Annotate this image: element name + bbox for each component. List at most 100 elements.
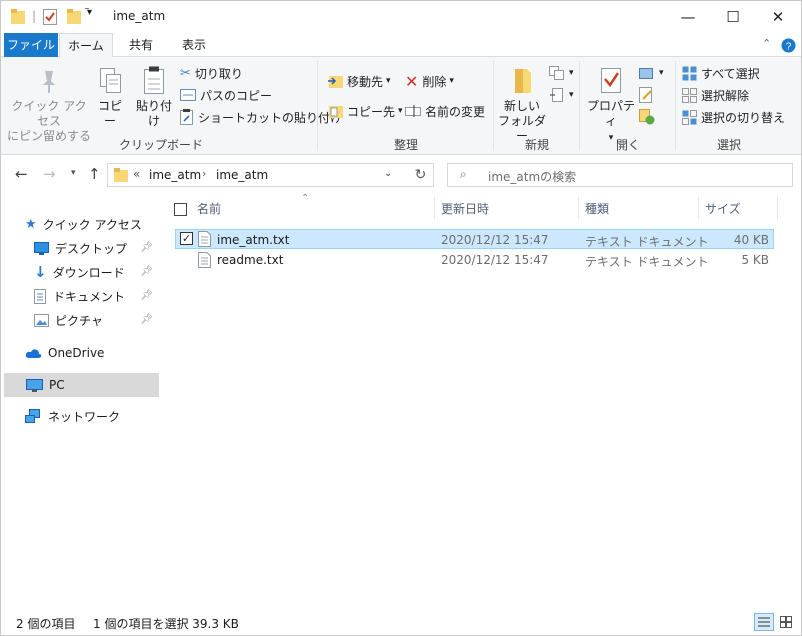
paste-shortcut-icon bbox=[180, 109, 193, 125]
invert-selection-button[interactable]: 選択の切り替え bbox=[682, 107, 785, 127]
column-header-size[interactable]: サイズ bbox=[705, 200, 741, 217]
title-bar[interactable]: | ▾ ‾ ime_atm — ☐ ✕ bbox=[1, 1, 801, 33]
tab-home[interactable]: ホーム bbox=[59, 33, 113, 58]
refresh-button[interactable]: ↻ bbox=[408, 163, 434, 187]
paste-button[interactable]: 貼り付け bbox=[131, 65, 177, 129]
properties-button[interactable]: プロパティ ▾ bbox=[585, 65, 637, 146]
cloud-icon bbox=[25, 348, 42, 358]
nav-item-pictures[interactable]: ピクチャ 📌︎ bbox=[34, 309, 159, 331]
copy-to-button[interactable]: コピー先 ▾ bbox=[327, 101, 403, 121]
search-placeholder: ime_atmの検索 bbox=[488, 170, 577, 184]
new-item-button[interactable]: ▾ bbox=[549, 63, 574, 83]
copy-path-button[interactable]: パスのコピー bbox=[180, 85, 272, 105]
breadcrumb-item[interactable]: ime_atm bbox=[216, 168, 268, 182]
file-size: 40 KB bbox=[733, 233, 769, 247]
table-row[interactable]: readme.txt 2020/12/12 15:47 テキスト ドキュメント … bbox=[175, 250, 774, 270]
nav-label: ダウンロード bbox=[52, 265, 125, 280]
clipboard-group-label: クリップボード bbox=[118, 138, 203, 152]
nav-item-onedrive[interactable]: OneDrive bbox=[25, 342, 155, 364]
close-button[interactable]: ✕ bbox=[755, 1, 801, 33]
column-header-modified[interactable]: 更新日時 bbox=[441, 200, 489, 217]
maximize-button[interactable]: ☐ bbox=[710, 1, 756, 33]
pin-label-2: にピン留めする bbox=[7, 129, 92, 143]
move-to-label: 移動先 bbox=[347, 74, 384, 89]
new-folder-icon bbox=[515, 69, 531, 93]
select-none-label: 選択解除 bbox=[701, 88, 750, 103]
search-box[interactable]: ⌕ ime_atmの検索 bbox=[447, 163, 793, 187]
pin-icon[interactable]: 📌︎ bbox=[140, 242, 153, 253]
move-to-button[interactable]: 移動先 ▾ bbox=[327, 71, 391, 91]
easy-access-icon bbox=[550, 88, 563, 102]
nav-item-quick-access[interactable]: ★ クイック アクセス bbox=[25, 213, 155, 235]
pin-icon[interactable]: 📌︎ bbox=[140, 290, 153, 301]
download-icon: ↓ bbox=[34, 263, 47, 281]
new-item-icon bbox=[549, 66, 564, 80]
pin-icon[interactable]: 📌︎ bbox=[140, 314, 153, 325]
minimize-button[interactable]: — bbox=[665, 1, 711, 33]
breadcrumb-item[interactable]: ime_atm bbox=[149, 168, 201, 182]
new-folder-qat-icon[interactable] bbox=[67, 9, 81, 25]
nav-item-desktop[interactable]: デスクトップ 📌︎ bbox=[34, 237, 159, 259]
forward-icon[interactable]: → bbox=[43, 165, 56, 183]
edit-button[interactable] bbox=[639, 85, 659, 105]
breadcrumb-overflow-icon[interactable]: « bbox=[133, 167, 140, 181]
nav-item-network[interactable]: ネットワーク bbox=[25, 405, 155, 427]
select-all-checkbox[interactable] bbox=[174, 203, 187, 216]
tab-file[interactable]: ファイル bbox=[4, 33, 58, 57]
open-group-label: 開く bbox=[615, 138, 640, 152]
group-separator bbox=[675, 61, 676, 151]
rename-button[interactable]: 名前の変更 bbox=[405, 101, 485, 121]
new-folder-button[interactable]: 新しい フォルダー bbox=[497, 65, 547, 144]
column-header-name[interactable]: 名前 bbox=[197, 200, 221, 217]
nav-item-pc[interactable]: PC bbox=[4, 373, 159, 397]
up-icon[interactable]: ↑ bbox=[88, 165, 101, 183]
new-folder-label-1: 新しい bbox=[503, 99, 540, 113]
pin-quick-access-button[interactable]: クイック アクセス にピン留めする bbox=[7, 65, 91, 144]
history-button[interactable] bbox=[639, 107, 659, 127]
cut-button[interactable]: ✂ 切り取り bbox=[180, 63, 243, 83]
tab-share[interactable]: 共有 bbox=[115, 33, 167, 57]
column-divider[interactable] bbox=[434, 197, 435, 219]
address-bar[interactable]: « ime_atm › ime_atm ⌄ bbox=[107, 163, 409, 187]
details-view-button[interactable] bbox=[754, 613, 774, 631]
open-dropdown-icon: ▾ bbox=[659, 68, 664, 78]
file-size: 5 KB bbox=[741, 253, 769, 267]
copy-label: コピー bbox=[97, 99, 122, 128]
pin-icon[interactable]: 📌︎ bbox=[140, 266, 153, 277]
tab-view[interactable]: 表示 bbox=[167, 33, 221, 57]
select-all-button[interactable]: すべて選択 bbox=[682, 63, 760, 83]
properties-qat-icon[interactable] bbox=[43, 9, 58, 25]
select-group-label: 選択 bbox=[716, 138, 741, 152]
table-row[interactable]: ✓ ime_atm.txt 2020/12/12 15:47 テキスト ドキュメ… bbox=[175, 229, 774, 249]
column-divider[interactable] bbox=[698, 197, 699, 219]
copy-button[interactable]: コピー bbox=[93, 65, 127, 129]
copy-to-dropdown-icon: ▾ bbox=[398, 106, 403, 116]
navigation-pane: ★ クイック アクセス デスクトップ 📌︎ ↓ ダウンロード 📌︎ ドキュメント… bbox=[1, 193, 161, 605]
delete-button[interactable]: ✕ 削除 ▾ bbox=[405, 71, 454, 91]
row-checkbox-checked-icon[interactable]: ✓ bbox=[180, 232, 193, 245]
qat-separator: | bbox=[32, 9, 37, 23]
open-button[interactable]: ▾ bbox=[639, 63, 664, 83]
large-icons-view-icon bbox=[780, 616, 792, 628]
large-icons-view-button[interactable] bbox=[777, 613, 797, 631]
breadcrumb-separator-icon: › bbox=[202, 167, 207, 180]
easy-access-button[interactable]: ▾ bbox=[549, 85, 574, 105]
file-type: テキスト ドキュメント bbox=[585, 235, 709, 249]
column-divider[interactable] bbox=[578, 197, 579, 219]
file-modified: 2020/12/12 15:47 bbox=[441, 233, 549, 247]
nav-item-downloads[interactable]: ↓ ダウンロード 📌︎ bbox=[34, 261, 159, 283]
pin-icon bbox=[43, 71, 55, 93]
recent-locations-icon[interactable]: ▾ bbox=[71, 168, 76, 178]
column-header-type[interactable]: 種類 bbox=[585, 200, 609, 217]
help-icon[interactable]: ? bbox=[781, 38, 796, 53]
documents-icon bbox=[34, 288, 46, 304]
address-dropdown-icon[interactable]: ⌄ bbox=[384, 168, 392, 179]
column-divider[interactable] bbox=[777, 197, 778, 219]
back-icon[interactable]: ← bbox=[15, 165, 28, 183]
pin-label-1: クイック アクセス bbox=[11, 99, 87, 128]
select-none-button[interactable]: 選択解除 bbox=[682, 85, 749, 105]
nav-item-documents[interactable]: ドキュメント 📌︎ bbox=[34, 285, 159, 307]
ribbon-collapse-icon[interactable]: ⌃ bbox=[762, 37, 771, 50]
new-group-label: 新規 bbox=[524, 138, 549, 152]
rename-label: 名前の変更 bbox=[425, 104, 486, 119]
